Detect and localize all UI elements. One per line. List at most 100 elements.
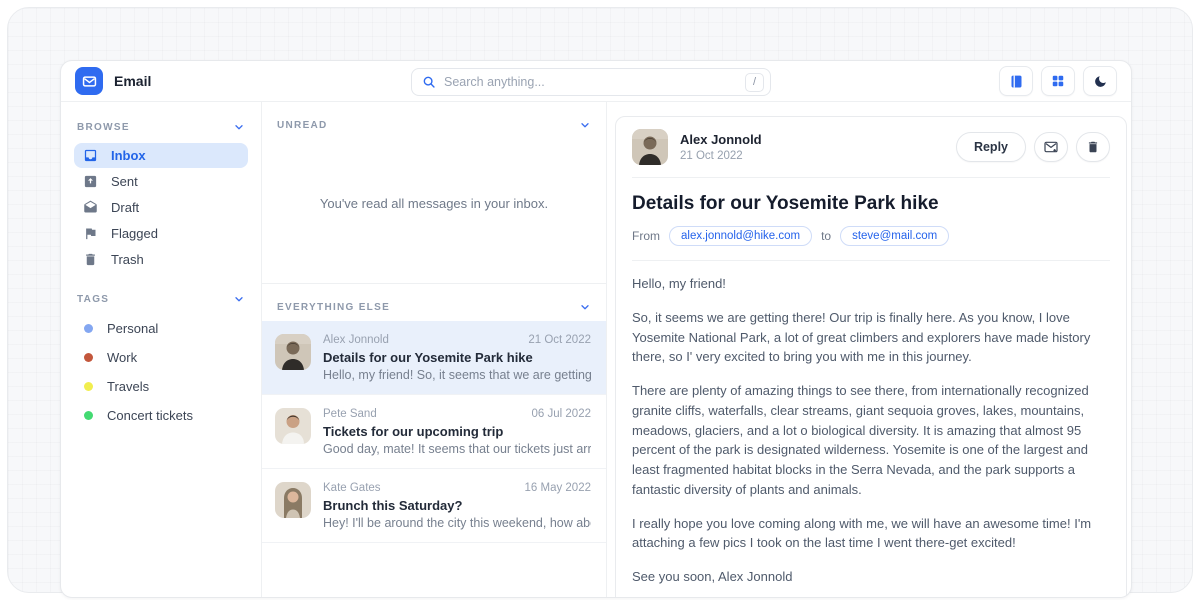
from-email-chip[interactable]: alex.jonnold@hike.com xyxy=(669,226,812,246)
email-logo-icon xyxy=(75,67,103,95)
mail-paragraph: So, it seems we are getting there! Our t… xyxy=(632,308,1110,367)
sidebar: Browse Inbox Sent xyxy=(61,102,262,597)
moon-icon xyxy=(1093,74,1108,89)
tag-label: Travels xyxy=(107,379,149,394)
mail-list-item[interactable]: Pete Sand 06 Jul 2022 Tickets for our up… xyxy=(262,395,606,469)
mail-preview: Good day, mate! It seems that our ticket… xyxy=(323,442,591,456)
to-label: to xyxy=(821,229,831,243)
chevron-down-icon xyxy=(579,119,591,131)
mark-unread-button[interactable] xyxy=(1034,132,1068,162)
header-actions xyxy=(999,66,1117,96)
mail-preview: Hello, my friend! So, it seems that we a… xyxy=(323,368,591,382)
flag-icon xyxy=(83,226,98,241)
mail-detail-card: Alex Jonnold 21 Oct 2022 Reply xyxy=(615,116,1127,598)
avatar xyxy=(632,129,668,165)
tag-label: Work xyxy=(107,350,137,365)
mail-sender: Alex Jonnold xyxy=(323,334,389,346)
detail-sender-name: Alex Jonnold xyxy=(680,132,762,147)
chevron-down-icon xyxy=(579,301,591,313)
avatar xyxy=(275,334,311,370)
mail-paragraph: Hello, my friend! xyxy=(632,274,1110,294)
mail-detail-header: Alex Jonnold 21 Oct 2022 Reply xyxy=(632,129,1110,178)
mail-subject: Details for our Yosemite Park hike xyxy=(323,350,591,365)
mail-list-item[interactable]: Alex Jonnold 21 Oct 2022 Details for our… xyxy=(262,321,606,395)
tag-item-personal[interactable]: Personal xyxy=(74,314,248,343)
sent-icon xyxy=(83,174,98,189)
unread-section-label: Unread xyxy=(277,120,328,131)
envelope-plus-icon xyxy=(1043,139,1059,155)
detail-date: 21 Oct 2022 xyxy=(680,150,762,162)
sidebar-item-label: Flagged xyxy=(111,226,158,241)
detail-actions: Reply xyxy=(956,132,1110,162)
mail-content: Alex Jonnold 21 Oct 2022 Details for our… xyxy=(323,334,591,382)
mail-paragraph: I really hope you love coming along with… xyxy=(632,514,1110,554)
mail-sender: Pete Sand xyxy=(323,408,377,420)
reply-button[interactable]: Reply xyxy=(956,132,1026,162)
avatar xyxy=(275,482,311,518)
notebook-button[interactable] xyxy=(999,66,1033,96)
browse-section-header[interactable]: Browse xyxy=(74,112,248,142)
tag-label: Personal xyxy=(107,321,158,336)
search-input[interactable] xyxy=(444,75,737,89)
everything-else-section: Everything else xyxy=(262,283,606,543)
to-email-chip[interactable]: steve@mail.com xyxy=(840,226,949,246)
sender-block: Alex Jonnold 21 Oct 2022 xyxy=(680,132,762,162)
tag-color-dot xyxy=(84,411,93,420)
sidebar-item-label: Trash xyxy=(111,252,144,267)
trash-icon xyxy=(1086,140,1100,154)
tags-section: Tags Personal Work Travels xyxy=(74,284,248,430)
dark-mode-button[interactable] xyxy=(1083,66,1117,96)
mail-content: Pete Sand 06 Jul 2022 Tickets for our up… xyxy=(323,408,591,456)
draft-icon xyxy=(83,200,98,215)
sidebar-item-label: Draft xyxy=(111,200,139,215)
sidebar-item-label: Sent xyxy=(111,174,138,189)
app-title: Email xyxy=(114,73,151,89)
tag-item-travels[interactable]: Travels xyxy=(74,372,248,401)
mail-body: Hello, my friend! So, it seems we are ge… xyxy=(632,274,1110,598)
app-header: Email / xyxy=(61,61,1131,102)
browse-section-label: Browse xyxy=(77,122,130,133)
trash-icon xyxy=(83,252,98,267)
sidebar-item-trash[interactable]: Trash xyxy=(74,247,248,272)
email-app-window: Email / xyxy=(60,60,1132,598)
everything-else-section-header[interactable]: Everything else xyxy=(262,284,606,321)
tag-item-work[interactable]: Work xyxy=(74,343,248,372)
mail-date: 21 Oct 2022 xyxy=(528,334,591,346)
unread-empty-message: You've read all messages in your inbox. xyxy=(262,139,606,267)
chevron-down-icon xyxy=(233,121,245,133)
tags-section-header[interactable]: Tags xyxy=(74,284,248,314)
tags-section-label: Tags xyxy=(77,294,109,305)
tag-color-dot xyxy=(84,382,93,391)
mail-detail-column: Alex Jonnold 21 Oct 2022 Reply xyxy=(607,102,1131,597)
mail-sender: Kate Gates xyxy=(323,482,381,494)
sidebar-item-inbox[interactable]: Inbox xyxy=(74,143,248,168)
search-icon xyxy=(422,75,436,89)
grid-icon xyxy=(1051,74,1065,88)
mail-paragraph: There are plenty of amazing things to se… xyxy=(632,381,1110,500)
unread-section-header[interactable]: Unread xyxy=(262,102,606,139)
sidebar-item-flagged[interactable]: Flagged xyxy=(74,221,248,246)
sidebar-item-draft[interactable]: Draft xyxy=(74,195,248,220)
detail-subject: Details for our Yosemite Park hike xyxy=(632,193,1110,215)
apps-grid-button[interactable] xyxy=(1041,66,1075,96)
mail-date: 16 May 2022 xyxy=(525,482,592,494)
mail-list-column: Unread You've read all messages in your … xyxy=(262,102,607,597)
mail-preview: Hey! I'll be around the city this weeken… xyxy=(323,516,591,530)
sidebar-item-sent[interactable]: Sent xyxy=(74,169,248,194)
sidebar-item-label: Inbox xyxy=(111,148,146,163)
mail-content: Kate Gates 16 May 2022 Brunch this Satur… xyxy=(323,482,591,530)
tag-item-concert-tickets[interactable]: Concert tickets xyxy=(74,401,248,430)
tag-color-dot xyxy=(84,353,93,362)
tag-label: Concert tickets xyxy=(107,408,193,423)
mail-date: 06 Jul 2022 xyxy=(532,408,591,420)
search-bar[interactable]: / xyxy=(411,68,771,96)
app-body: Browse Inbox Sent xyxy=(61,102,1131,597)
mail-paragraph: See you soon, Alex Jonnold xyxy=(632,567,1110,587)
avatar xyxy=(275,408,311,444)
mail-list-item[interactable]: Kate Gates 16 May 2022 Brunch this Satur… xyxy=(262,469,606,543)
from-to-row: From alex.jonnold@hike.com to steve@mail… xyxy=(632,226,1110,261)
mail-subject: Brunch this Saturday? xyxy=(323,498,591,513)
book-icon xyxy=(1009,74,1024,89)
search-shortcut-badge: / xyxy=(745,73,764,92)
delete-button[interactable] xyxy=(1076,132,1110,162)
